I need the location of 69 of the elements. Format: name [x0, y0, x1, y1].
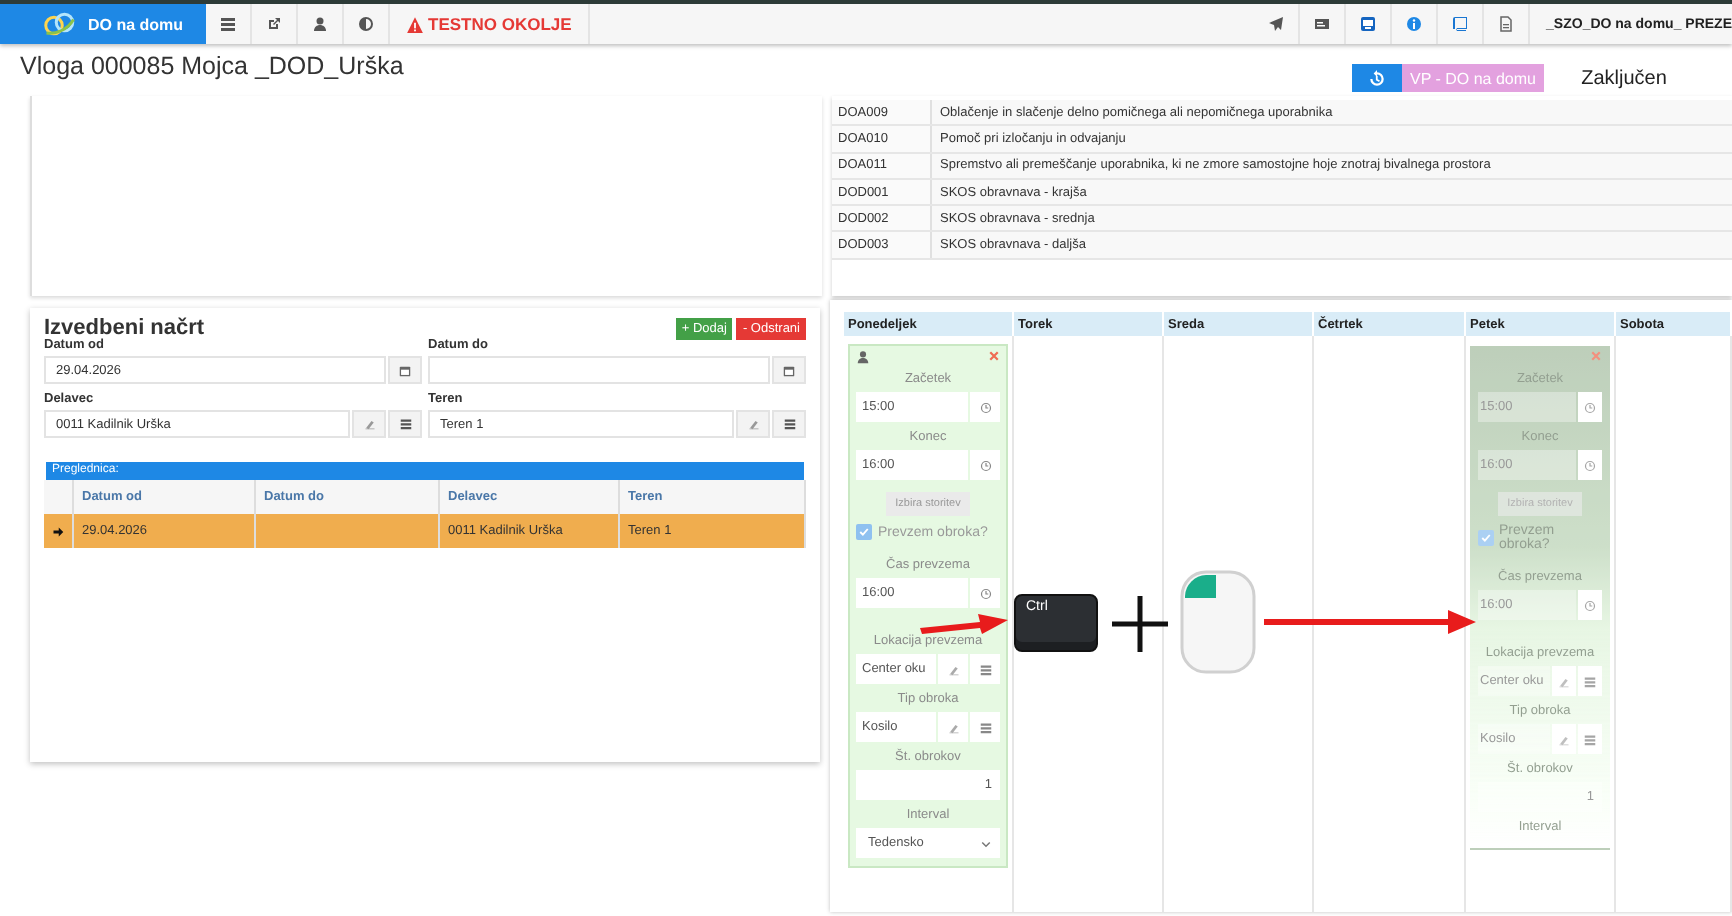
clock-button[interactable]	[1578, 450, 1602, 480]
clock-icon	[979, 401, 991, 413]
calendar-icon	[782, 363, 796, 377]
program-badge: VP - DO na domu	[1402, 64, 1544, 92]
list-icon	[1584, 675, 1596, 687]
clock-button[interactable]	[1578, 590, 1602, 620]
checkbox[interactable]	[1478, 530, 1494, 546]
list-button[interactable]	[970, 654, 1000, 684]
environment-warning: TESTNO OKOLJE	[428, 14, 572, 34]
list-icon	[979, 721, 991, 733]
eraser-icon	[947, 663, 959, 675]
list-icon	[979, 663, 991, 675]
book-icon	[1452, 16, 1469, 32]
list-button[interactable]	[772, 410, 806, 438]
brand-button[interactable]: DO na domu	[0, 4, 206, 44]
send-icon	[1268, 16, 1285, 32]
close-icon[interactable]	[988, 350, 1000, 362]
eraser-icon	[747, 418, 759, 430]
list-button[interactable]	[970, 712, 1000, 742]
section-title: Izvedbeni načrt	[44, 316, 207, 340]
eraser-icon	[363, 418, 375, 430]
user-icon	[856, 349, 870, 363]
checkbox[interactable]	[856, 524, 872, 540]
close-icon[interactable]	[1590, 350, 1602, 362]
clock-icon	[1584, 599, 1596, 611]
plus-icon	[1112, 596, 1168, 652]
date-field[interactable]	[428, 356, 770, 384]
warning-icon	[406, 15, 424, 33]
clear-button[interactable]	[1552, 724, 1576, 754]
history-button[interactable]	[1352, 64, 1402, 92]
clock-button[interactable]	[1578, 392, 1602, 422]
clear-button[interactable]	[938, 654, 968, 684]
eraser-icon	[1558, 733, 1570, 745]
page-title: Vloga 000085 Mojca _DOD_Urška	[20, 52, 406, 80]
clear-button[interactable]	[1552, 666, 1576, 696]
logo-icon	[42, 12, 78, 36]
arrow-icon	[1264, 610, 1476, 634]
list-icon	[220, 16, 236, 32]
calendar-button[interactable]	[772, 356, 806, 384]
calendar-button[interactable]	[388, 356, 422, 384]
eraser-icon	[1558, 675, 1570, 687]
info-icon	[1406, 16, 1423, 32]
chevron-icon	[980, 837, 992, 849]
id-card-icon	[1314, 16, 1331, 32]
clock-icon	[979, 587, 991, 599]
check-icon	[1479, 532, 1492, 544]
clock-button[interactable]	[970, 450, 1000, 480]
contrast-icon	[358, 16, 374, 32]
check-icon	[858, 526, 870, 538]
external-link-icon	[266, 16, 282, 32]
document-icon	[1498, 16, 1515, 32]
clear-button[interactable]	[938, 712, 968, 742]
eraser-icon	[947, 721, 959, 733]
row-pointer-icon	[52, 525, 64, 537]
monitor-icon	[1360, 16, 1377, 32]
arrow-icon	[920, 608, 1008, 636]
clock-icon	[1584, 401, 1596, 413]
list-button[interactable]	[388, 410, 422, 438]
clock-button[interactable]	[970, 392, 1000, 422]
history-icon	[1368, 69, 1386, 87]
clock-icon	[979, 459, 991, 471]
mouse-icon	[1180, 570, 1256, 674]
clock-button[interactable]	[970, 578, 1000, 608]
list-icon	[783, 418, 795, 430]
calendar-icon	[398, 363, 412, 377]
list-icon	[1584, 733, 1596, 745]
list-icon	[399, 418, 411, 430]
user-icon	[312, 16, 328, 32]
clock-icon	[1584, 459, 1596, 471]
